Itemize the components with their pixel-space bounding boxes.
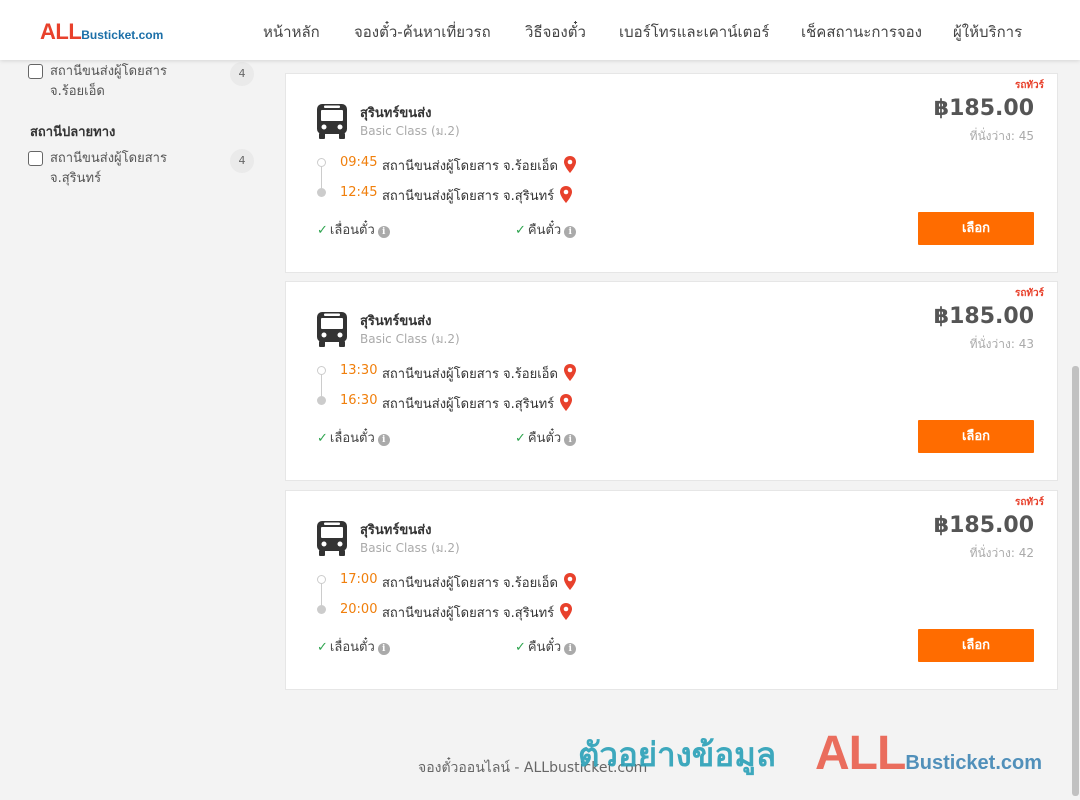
origin-count-badge: 4 [230, 62, 254, 86]
watermark-sample-text: ตัวอย่างข้อมูล [578, 735, 777, 774]
select-trip-button[interactable]: เลือก [918, 212, 1034, 245]
arrive-station-label: สถานีขนส่งผู้โดยสาร จ.สุรินทร์ [382, 397, 555, 412]
trip-type-tag: รถทัวร์ [1014, 80, 1044, 91]
feature-refund-label: คืนตั๋ว [527, 431, 562, 446]
nav-check-status[interactable]: เช็คสถานะการจอง [801, 20, 922, 44]
arrive-station: สถานีขนส่งผู้โดยสาร จ.สุรินทร์ [382, 185, 573, 206]
feature-change-label: เลื่อนตั๋ว [329, 640, 375, 655]
map-pin-icon[interactable] [563, 364, 577, 381]
feature-change-ticket: ✓ เลื่อนตั๋ว i [317, 636, 390, 657]
nav-how-to-book[interactable]: วิธีจองตั๋ว [525, 20, 586, 44]
nav-home[interactable]: หน้าหลัก [263, 20, 320, 44]
depart-station-label: สถานีขนส่งผู้โดยสาร จ.ร้อยเอ็ด [382, 367, 558, 382]
map-pin-icon[interactable] [559, 394, 573, 411]
info-icon[interactable]: i [377, 643, 390, 655]
check-icon: ✓ [515, 223, 526, 238]
info-icon[interactable]: i [564, 643, 577, 655]
check-icon: ✓ [515, 640, 526, 655]
bus-icon [317, 521, 347, 556]
timeline-start-dot [317, 158, 326, 167]
trip-card: รถทัวร์ สุรินทร์ขนส่ง Basic Class (ม.2) … [285, 73, 1058, 273]
info-icon[interactable]: i [377, 434, 390, 446]
nav-operators[interactable]: ผู้ให้บริการ [953, 20, 1022, 44]
operator-name: สุรินทร์ขนส่ง [360, 523, 432, 538]
feature-change-ticket: ✓ เลื่อนตั๋ว i [317, 427, 390, 448]
feature-refund-ticket: ✓ คืนตั๋ว i [515, 636, 577, 657]
select-trip-button[interactable]: เลือก [918, 629, 1034, 662]
map-pin-icon[interactable] [563, 156, 577, 173]
bus-icon [317, 312, 347, 347]
arrive-time: 12:45 [340, 185, 378, 200]
site-header: ALLBusticket.com หน้าหลัก จองตั๋ว-ค้นหาเ… [0, 0, 1080, 60]
depart-station: สถานีขนส่งผู้โดยสาร จ.ร้อยเอ็ด [382, 572, 577, 593]
depart-station: สถานีขนส่งผู้โดยสาร จ.ร้อยเอ็ด [382, 155, 577, 176]
destination-count-badge: 4 [230, 149, 254, 173]
depart-time: 17:00 [340, 572, 378, 587]
operator-name: สุรินทร์ขนส่ง [360, 314, 432, 329]
feature-refund-label: คืนตั๋ว [527, 223, 562, 238]
timeline-start-dot [317, 575, 326, 584]
scrollbar-thumb[interactable] [1072, 366, 1079, 796]
feature-refund-ticket: ✓ คืนตั๋ว i [515, 219, 577, 240]
check-icon: ✓ [317, 223, 328, 238]
depart-time: 13:30 [340, 363, 378, 378]
arrive-time: 16:30 [340, 393, 378, 408]
destination-checkbox[interactable] [28, 151, 43, 166]
check-icon: ✓ [515, 431, 526, 446]
arrive-time: 20:00 [340, 602, 378, 617]
feature-change-label: เลื่อนตั๋ว [329, 223, 375, 238]
info-icon[interactable]: i [564, 226, 577, 238]
main-nav: หน้าหลัก จองตั๋ว-ค้นหาเที่ยวรถ วิธีจองตั… [0, 20, 1080, 42]
arrive-station-label: สถานีขนส่งผู้โดยสาร จ.สุรินทร์ [382, 189, 555, 204]
timeline-end-dot [317, 605, 326, 614]
seats-available: ที่นั่งว่าง: 45 [969, 129, 1034, 143]
select-trip-button[interactable]: เลือก [918, 420, 1034, 453]
bus-class: Basic Class (ม.2) [360, 541, 460, 555]
ticket-price: ฿185.00 [933, 96, 1034, 121]
nav-phone-counters[interactable]: เบอร์โทรและเคาน์เตอร์ [619, 20, 769, 44]
info-icon[interactable]: i [564, 434, 577, 446]
watermark-logo-all: ALL [815, 727, 906, 780]
depart-station-label: สถานีขนส่งผู้โดยสาร จ.ร้อยเอ็ด [382, 576, 558, 591]
map-pin-icon[interactable] [559, 186, 573, 203]
depart-station: สถานีขนส่งผู้โดยสาร จ.ร้อยเอ็ด [382, 363, 577, 384]
watermark-logo: ALLBusticket.com [815, 726, 1042, 781]
trip-type-tag: รถทัวร์ [1014, 497, 1044, 508]
bus-icon [317, 104, 347, 139]
destination-heading: สถานีปลายทาง [30, 125, 116, 140]
destination-option-label: สถานีขนส่งผู้โดยสาร จ.สุรินทร์ [50, 151, 167, 186]
depart-time: 09:45 [340, 155, 378, 170]
feature-refund-ticket: ✓ คืนตั๋ว i [515, 427, 577, 448]
map-pin-icon[interactable] [559, 603, 573, 620]
trip-card: รถทัวร์ สุรินทร์ขนส่ง Basic Class (ม.2) … [285, 490, 1058, 690]
check-icon: ✓ [317, 431, 328, 446]
feature-change-label: เลื่อนตั๋ว [329, 431, 375, 446]
ticket-price: ฿185.00 [933, 304, 1034, 329]
seats-available: ที่นั่งว่าง: 43 [969, 337, 1034, 351]
feature-change-ticket: ✓ เลื่อนตั๋ว i [317, 219, 390, 240]
check-icon: ✓ [317, 640, 328, 655]
nav-book-search[interactable]: จองตั๋ว-ค้นหาเที่ยวรถ [354, 20, 491, 44]
depart-station-label: สถานีขนส่งผู้โดยสาร จ.ร้อยเอ็ด [382, 159, 558, 174]
arrive-station: สถานีขนส่งผู้โดยสาร จ.สุรินทร์ [382, 602, 573, 623]
info-icon[interactable]: i [377, 226, 390, 238]
bus-class: Basic Class (ม.2) [360, 124, 460, 138]
trip-card: รถทัวร์ สุรินทร์ขนส่ง Basic Class (ม.2) … [285, 281, 1058, 481]
timeline-end-dot [317, 188, 326, 197]
origin-checkbox[interactable] [28, 64, 43, 79]
seats-available: ที่นั่งว่าง: 42 [969, 546, 1034, 560]
map-pin-icon[interactable] [563, 573, 577, 590]
timeline-start-dot [317, 366, 326, 375]
trip-type-tag: รถทัวร์ [1014, 288, 1044, 299]
arrive-station-label: สถานีขนส่งผู้โดยสาร จ.สุรินทร์ [382, 606, 555, 621]
timeline-end-dot [317, 396, 326, 405]
bus-class: Basic Class (ม.2) [360, 332, 460, 346]
ticket-price: ฿185.00 [933, 513, 1034, 538]
operator-name: สุรินทร์ขนส่ง [360, 106, 432, 121]
feature-refund-label: คืนตั๋ว [527, 640, 562, 655]
watermark-logo-domain: Busticket.com [905, 752, 1043, 774]
origin-option-label: สถานีขนส่งผู้โดยสาร จ.ร้อยเอ็ด [50, 64, 167, 99]
arrive-station: สถานีขนส่งผู้โดยสาร จ.สุรินทร์ [382, 393, 573, 414]
